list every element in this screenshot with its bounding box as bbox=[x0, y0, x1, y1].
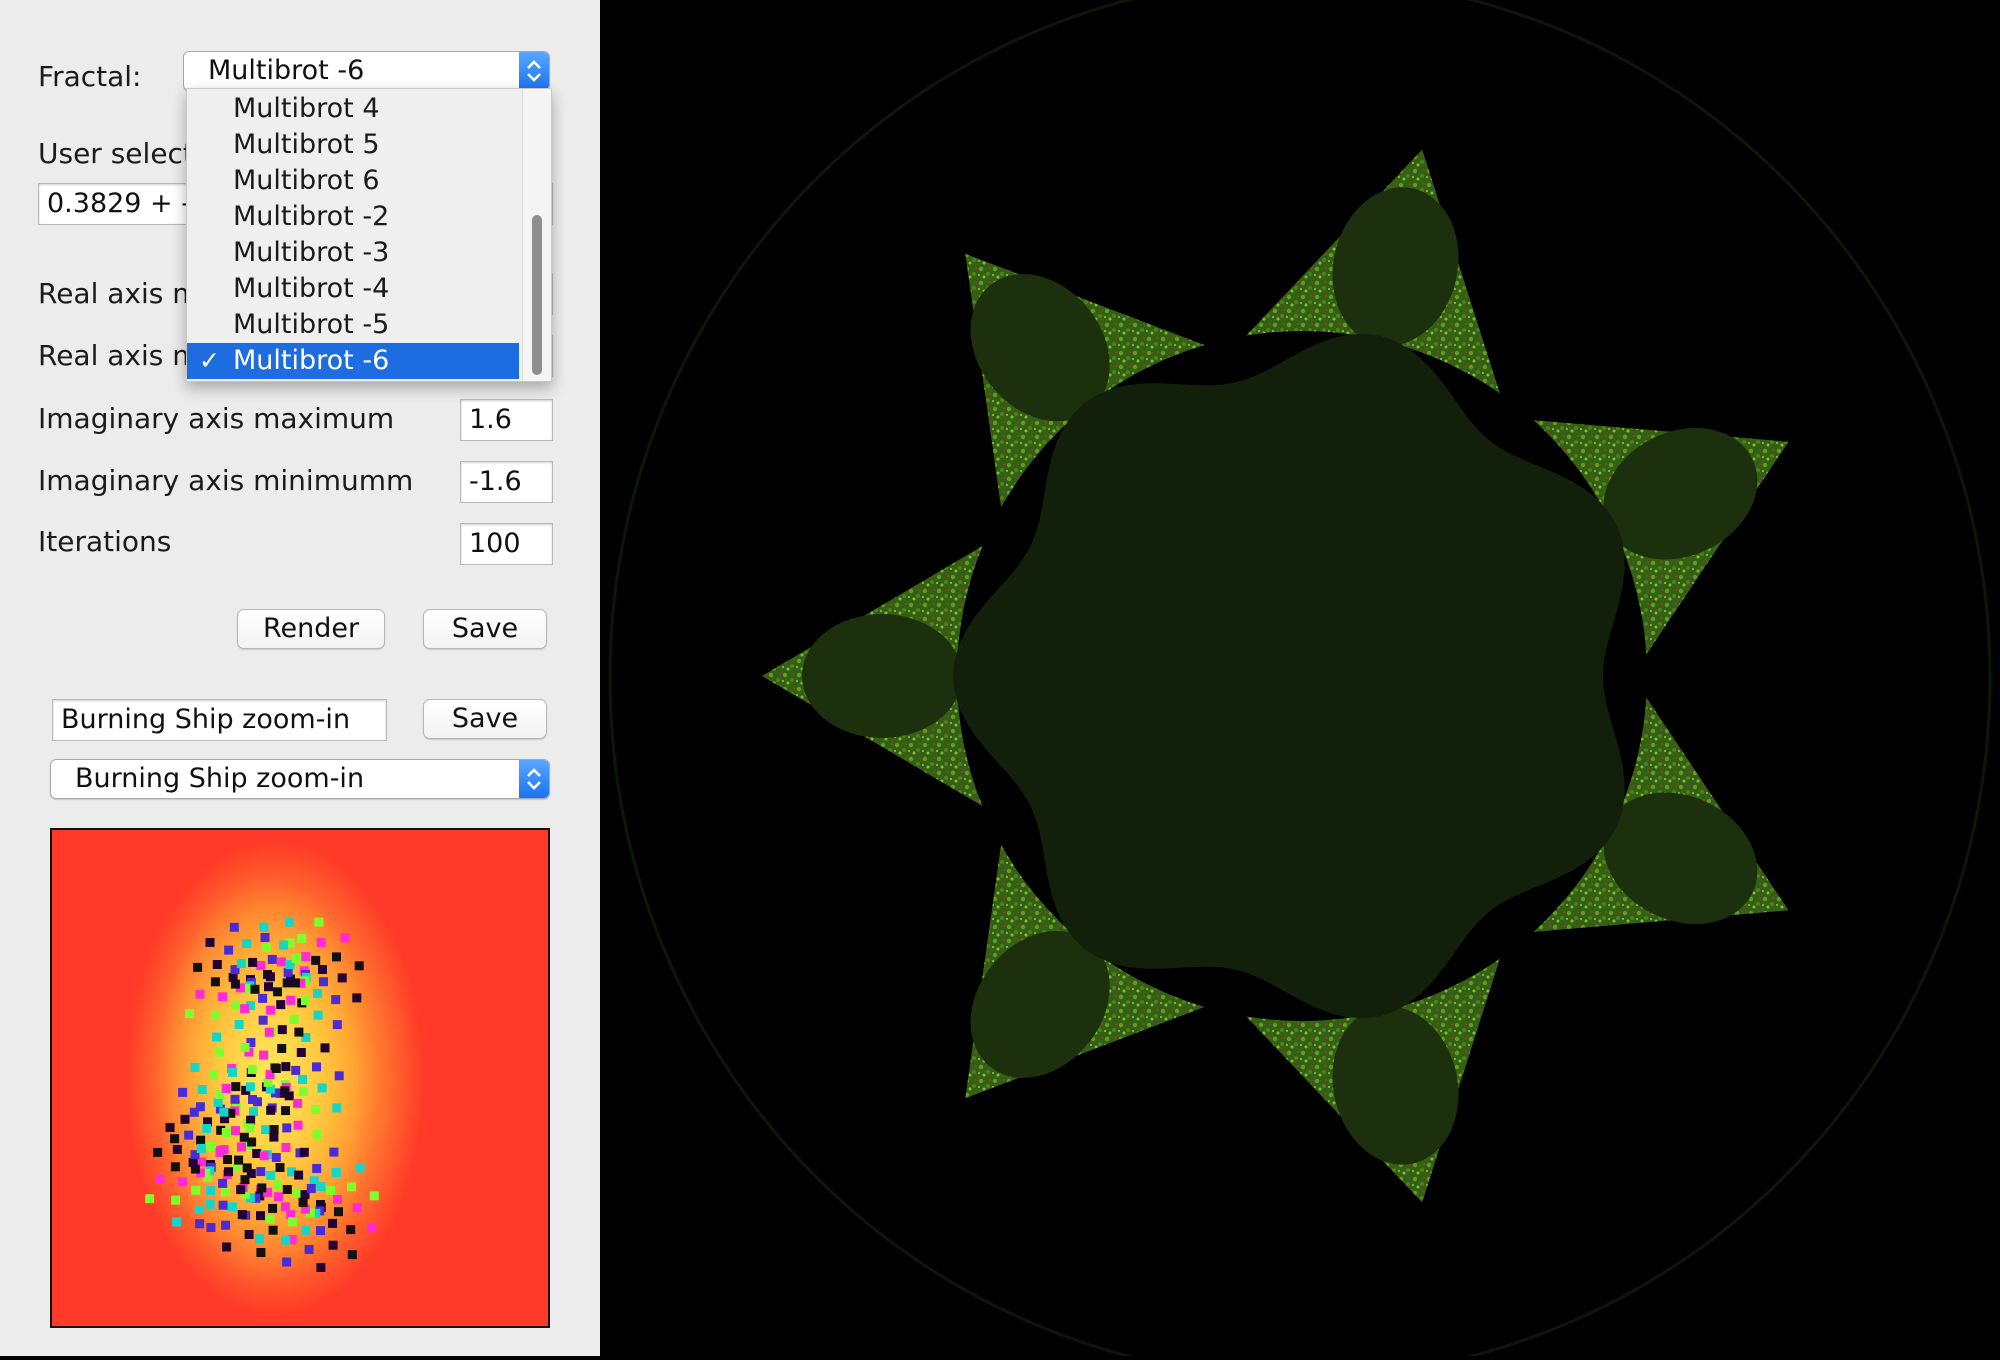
fractal-select[interactable]: Multibrot -6 bbox=[183, 51, 550, 91]
multibrot-render bbox=[608, 0, 1992, 1360]
dropdown-item[interactable]: Multibrot 5 bbox=[187, 127, 519, 163]
imag-axis-min-field[interactable]: -1.6 bbox=[460, 461, 553, 503]
fractal-lobe bbox=[802, 614, 962, 738]
saved-preset-select[interactable]: Burning Ship zoom-in bbox=[50, 759, 550, 799]
fractal-label: Fractal: bbox=[38, 60, 142, 93]
updown-arrow-icon bbox=[519, 760, 549, 798]
dropdown-item-label: Multibrot -3 bbox=[233, 237, 390, 268]
dropdown-item[interactable]: Multibrot -2 bbox=[187, 199, 519, 235]
dropdown-item-label: Multibrot 5 bbox=[233, 129, 380, 160]
dropdown-scrollbar[interactable] bbox=[522, 89, 551, 381]
imag-axis-max-label: Imaginary axis maximum bbox=[38, 402, 395, 435]
dropdown-item-label: Multibrot -6 bbox=[233, 345, 390, 376]
julia-thumbnail-image bbox=[145, 875, 379, 1285]
imag-axis-min-label: Imaginary axis minimumm bbox=[38, 464, 414, 497]
saved-preset-select-value: Burning Ship zoom-in bbox=[75, 763, 365, 794]
fractal-canvas[interactable] bbox=[600, 0, 2000, 1360]
save-preset-button[interactable]: Save bbox=[423, 699, 547, 739]
dropdown-item-label: Multibrot -2 bbox=[233, 201, 390, 232]
updown-arrow-icon bbox=[519, 52, 549, 90]
fractal-dropdown-list[interactable]: Multibrot 4 Multibrot 5 Multibrot 6 Multibr… bbox=[186, 88, 552, 382]
iterations-label: Iterations bbox=[38, 525, 172, 558]
dropdown-item-label: Multibrot -4 bbox=[233, 273, 390, 304]
dropdown-item-label: Multibrot 6 bbox=[233, 165, 380, 196]
iterations-field[interactable]: 100 bbox=[460, 523, 553, 565]
imag-axis-max-field[interactable]: 1.6 bbox=[460, 399, 553, 441]
dropdown-scrollbar-thumb[interactable] bbox=[532, 215, 542, 375]
checkmark-icon: ✓ bbox=[199, 346, 220, 375]
dropdown-item[interactable]: Multibrot -4 bbox=[187, 271, 519, 307]
dropdown-item-label: Multibrot -5 bbox=[233, 309, 390, 340]
dropdown-item-label: Multibrot 4 bbox=[233, 93, 380, 124]
dropdown-item[interactable]: ✓ Multibrot -6 bbox=[187, 343, 519, 379]
save-button[interactable]: Save bbox=[423, 609, 547, 649]
fractal-select-value: Multibrot -6 bbox=[208, 55, 365, 86]
preset-thumbnail[interactable] bbox=[50, 828, 550, 1328]
real-axis-min-label: Real axis mi bbox=[38, 339, 208, 372]
dropdown-item[interactable]: Multibrot 6 bbox=[187, 163, 519, 199]
app-window: Fractal: Multibrot -6 User selecte 0.382… bbox=[0, 0, 2000, 1360]
save-name-field[interactable]: Burning Ship zoom-in bbox=[52, 699, 387, 741]
dropdown-item[interactable]: Multibrot 4 bbox=[187, 91, 519, 127]
dropdown-item[interactable]: Multibrot -5 bbox=[187, 307, 519, 343]
control-panel: Fractal: Multibrot -6 User selecte 0.382… bbox=[0, 0, 600, 1356]
render-button[interactable]: Render bbox=[237, 609, 385, 649]
dropdown-item[interactable]: Multibrot -3 bbox=[187, 235, 519, 271]
fractal-star-shape bbox=[762, 149, 1789, 1203]
